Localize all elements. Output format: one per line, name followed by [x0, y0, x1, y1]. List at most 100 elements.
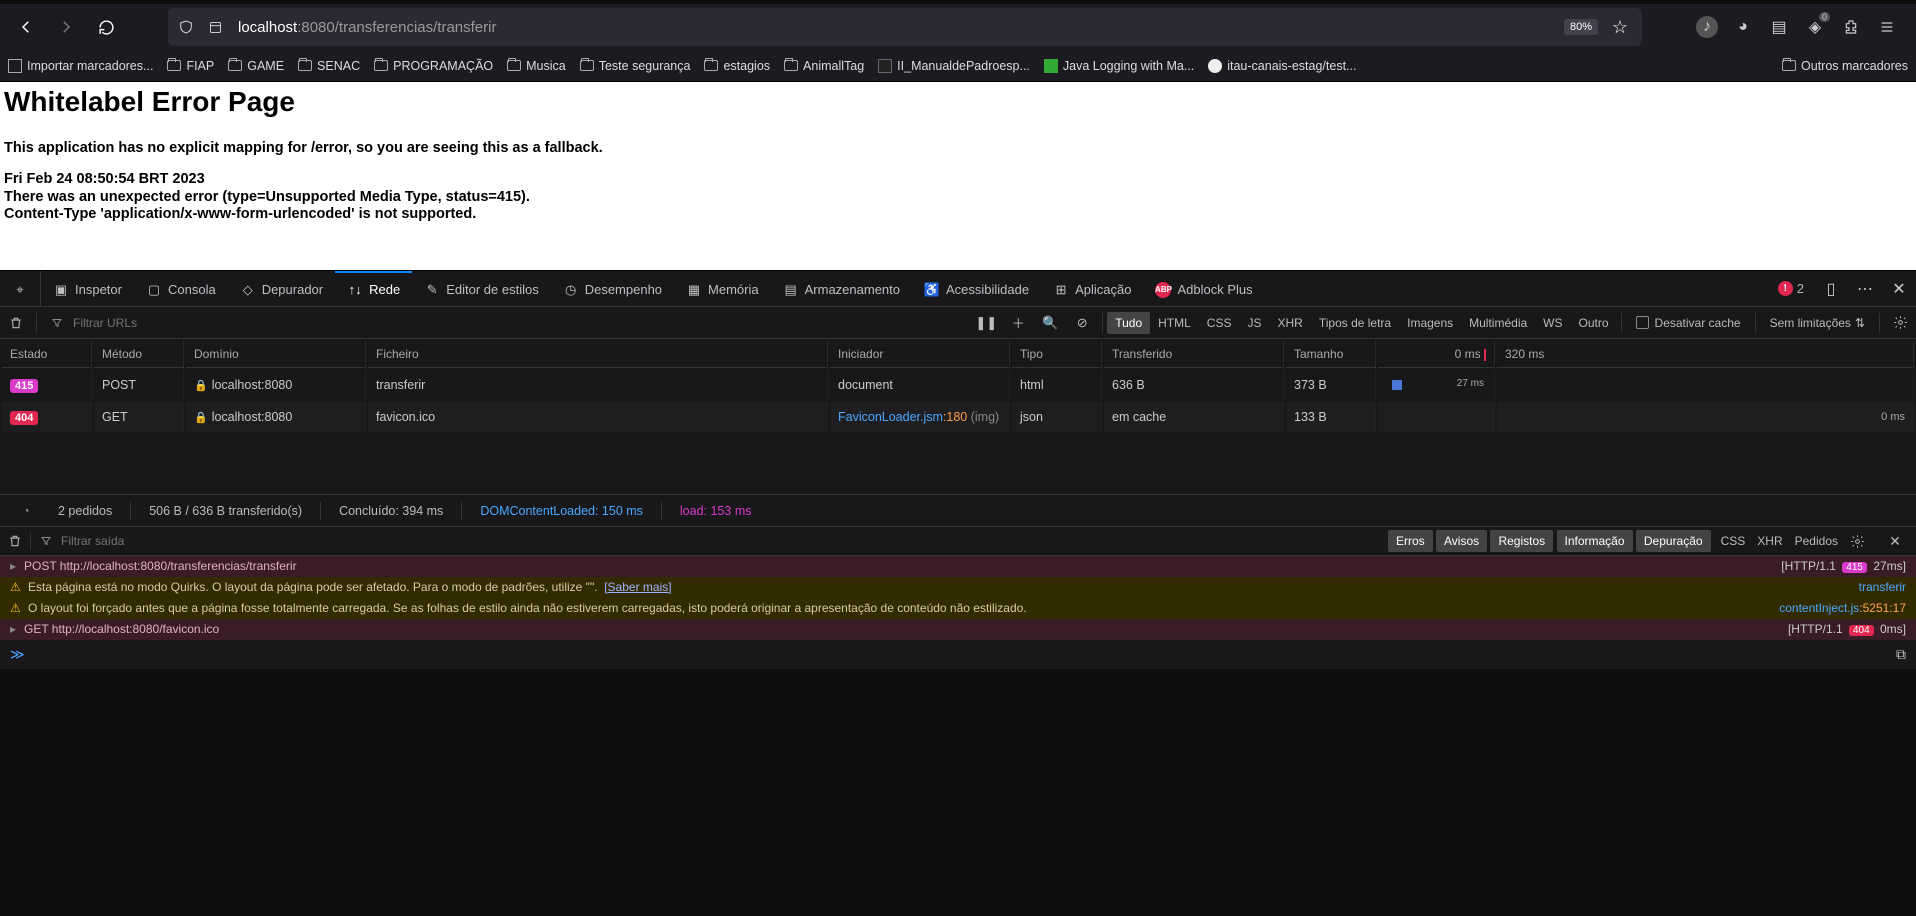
filter-requests[interactable]: Pedidos — [1795, 534, 1838, 548]
tab-performance[interactable]: ◷Desempenho — [551, 271, 674, 306]
import-bookmarks[interactable]: Importar marcadores... — [8, 59, 153, 73]
devtools-menu-icon[interactable]: ⋯ — [1848, 271, 1882, 306]
import-icon — [8, 59, 22, 73]
pill-other[interactable]: Outro — [1571, 312, 1617, 334]
pill-images[interactable]: Imagens — [1399, 312, 1461, 334]
filter-xhr[interactable]: XHR — [1757, 534, 1782, 548]
bookmark-folder[interactable]: estagios — [704, 59, 770, 73]
filter-urls-input[interactable] — [73, 316, 253, 330]
tab-style-editor[interactable]: ✎Editor de estilos — [412, 271, 551, 306]
other-bookmarks[interactable]: Outros marcadores — [1782, 59, 1908, 73]
col-type[interactable]: Tipo — [1012, 341, 1102, 368]
folder-icon — [167, 60, 181, 71]
console-row[interactable]: ▸POST http://localhost:8080/transferenci… — [0, 556, 1916, 577]
pill-logs[interactable]: Registos — [1490, 530, 1553, 552]
tracking-shield-icon[interactable] — [178, 19, 198, 35]
pill-all[interactable]: Tudo — [1107, 312, 1150, 334]
picker-button[interactable]: ⌖ — [0, 271, 40, 306]
col-file[interactable]: Ficheiro — [368, 341, 828, 368]
error-timestamp: Fri Feb 24 08:50:54 BRT 2023 — [4, 171, 1912, 188]
tab-debugger[interactable]: ◇Depurador — [228, 271, 335, 306]
block-button[interactable]: ⊘ — [1066, 315, 1098, 331]
console-close-icon[interactable]: ✕ — [1884, 533, 1906, 550]
tab-storage[interactable]: ▤Armazenamento — [771, 271, 912, 306]
console-row[interactable]: ⚠Esta página está no modo Quirks. O layo… — [0, 577, 1916, 598]
responsive-mode-icon[interactable]: ▯ — [1814, 271, 1848, 306]
tab-inspector[interactable]: ▣Inspetor — [41, 271, 134, 306]
network-row[interactable]: 415 POST 🔒localhost:8080 transferir docu… — [2, 370, 1914, 400]
pill-info[interactable]: Informação — [1557, 530, 1633, 552]
page-info-icon[interactable] — [208, 20, 228, 35]
network-row[interactable]: 404 GET 🔒localhost:8080 favicon.ico Favi… — [2, 402, 1914, 432]
devtools-close-icon[interactable]: ✕ — [1882, 271, 1916, 306]
folder-icon — [704, 60, 718, 71]
col-status[interactable]: Estado — [2, 341, 92, 368]
col-transferred[interactable]: Transferido — [1104, 341, 1284, 368]
tab-application[interactable]: ⊞Aplicação — [1041, 271, 1143, 306]
bookmark-folder[interactable]: PROGRAMAÇÃO — [374, 59, 493, 73]
col-size[interactable]: Tamanho — [1286, 341, 1376, 368]
stopwatch-icon[interactable]: ◔ — [12, 504, 40, 518]
pill-debug[interactable]: Depuração — [1636, 530, 1711, 552]
error-count[interactable]: !2 — [1768, 271, 1814, 306]
app-menu-icon[interactable] — [1876, 16, 1898, 38]
zoom-badge[interactable]: 80% — [1564, 19, 1598, 35]
console-row[interactable]: ▸GET http://localhost:8080/favicon.ico[H… — [0, 619, 1916, 640]
console-settings-icon[interactable] — [1850, 534, 1872, 549]
bookmark-folder[interactable]: Teste segurança — [580, 59, 691, 73]
pill-errors[interactable]: Erros — [1388, 530, 1433, 552]
tab-adblock[interactable]: ABPAdblock Plus — [1143, 271, 1264, 306]
reload-button[interactable] — [88, 9, 124, 45]
ext-visual-icon[interactable]: ◕ — [1732, 16, 1754, 38]
add-button[interactable]: ＋ — [1002, 313, 1034, 332]
filter-output-input[interactable] — [61, 534, 241, 548]
filter-css[interactable]: CSS — [1721, 534, 1746, 548]
bookmark-folder[interactable]: SENAC — [298, 59, 360, 73]
forward-button[interactable] — [48, 9, 84, 45]
pill-ws[interactable]: WS — [1535, 312, 1570, 334]
split-console-icon[interactable]: ⧉ — [1896, 646, 1906, 663]
throttling-select[interactable]: Sem limitações ⇅ — [1760, 316, 1875, 330]
bookmark-star-icon[interactable]: ☆ — [1608, 17, 1632, 38]
pill-warnings[interactable]: Avisos — [1436, 530, 1487, 552]
disable-cache-toggle[interactable]: Desativar cache — [1626, 316, 1751, 330]
pause-button[interactable]: ❚❚ — [970, 315, 1002, 331]
pill-css[interactable]: CSS — [1199, 312, 1240, 334]
clear-button[interactable] — [0, 316, 32, 330]
bookmark-folder[interactable]: Musica — [507, 59, 566, 73]
ext-doc-icon[interactable]: ▤ — [1768, 16, 1790, 38]
bookmark-folder[interactable]: AnimallTag — [784, 59, 864, 73]
bookmark-folder[interactable]: FIAP — [167, 59, 214, 73]
tab-network[interactable]: ↑↓Rede — [335, 271, 412, 306]
extensions-icon[interactable] — [1840, 16, 1862, 38]
url-bar[interactable]: localhost:8080/transferencias/transferir… — [168, 8, 1642, 46]
tab-console[interactable]: ▢Consola — [134, 271, 228, 306]
finish-time: Concluído: 394 ms — [339, 504, 443, 518]
bookmark-item[interactable]: itau-canais-estag/test... — [1208, 59, 1356, 73]
bookmark-item[interactable]: Java Logging with Ma... — [1044, 59, 1194, 73]
bookmark-item[interactable]: II_ManualdePadroesp... — [878, 59, 1030, 73]
pill-media[interactable]: Multimédia — [1461, 312, 1535, 334]
pill-xhr[interactable]: XHR — [1270, 312, 1311, 334]
console-row[interactable]: ⚠O layout foi forçado antes que a página… — [0, 598, 1916, 619]
ext-music-icon[interactable]: ♪ — [1696, 16, 1718, 38]
github-icon — [1208, 59, 1222, 73]
back-button[interactable] — [8, 9, 44, 45]
tab-accessibility[interactable]: ♿Acessibilidade — [912, 271, 1041, 306]
site-icon — [1044, 59, 1058, 73]
search-button[interactable]: 🔍 — [1034, 315, 1066, 331]
pill-js[interactable]: JS — [1239, 312, 1269, 334]
bookmark-folder[interactable]: GAME — [228, 59, 284, 73]
network-settings-icon[interactable] — [1884, 315, 1916, 330]
network-toolbar: ❚❚ ＋ 🔍 ⊘ Tudo HTML CSS JS XHR Tipos de l… — [0, 307, 1916, 339]
pill-fonts[interactable]: Tipos de letra — [1311, 312, 1399, 334]
col-method[interactable]: Método — [94, 341, 184, 368]
clear-console-button[interactable] — [0, 534, 30, 548]
col-domain[interactable]: Domínio — [186, 341, 366, 368]
console-prompt[interactable]: ≫ ⧉ — [0, 640, 1916, 669]
col-initiator[interactable]: Iniciador — [830, 341, 1010, 368]
folder-icon — [298, 60, 312, 71]
pill-html[interactable]: HTML — [1150, 312, 1199, 334]
tab-memory[interactable]: ▦Memória — [674, 271, 771, 306]
ext-adblock-icon[interactable]: ◈0 — [1804, 16, 1826, 38]
